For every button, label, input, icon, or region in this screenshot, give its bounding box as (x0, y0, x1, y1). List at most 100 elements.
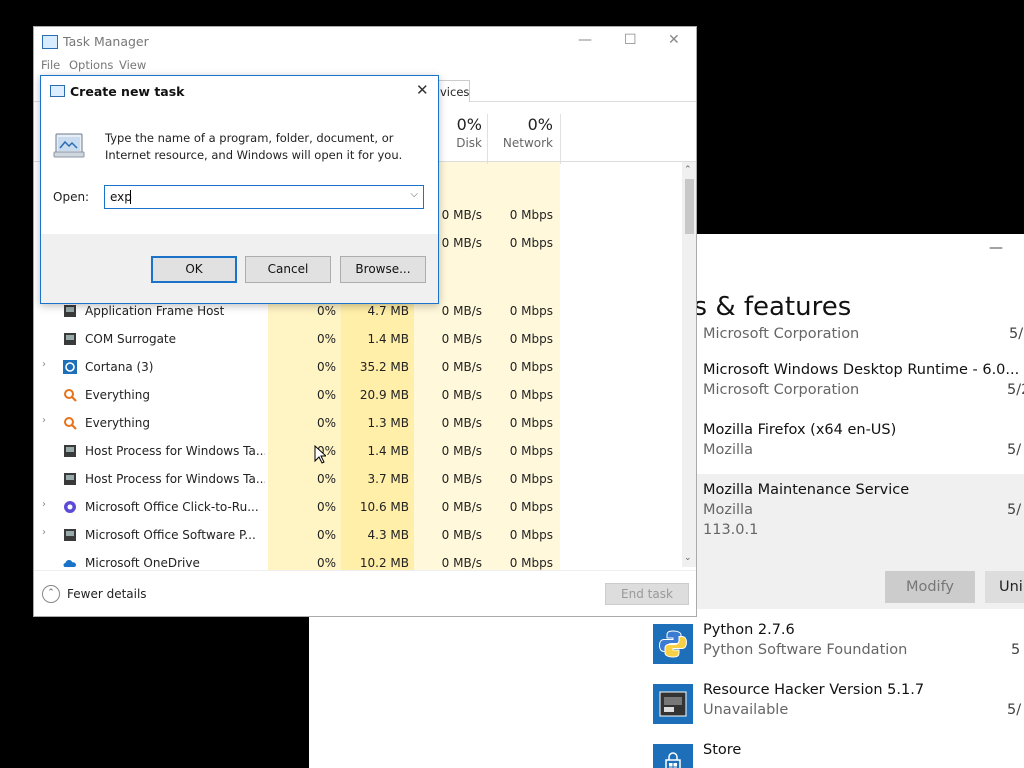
network-cell: 0 Mbps (509, 236, 553, 250)
table-row[interactable]: › Everything 0% 1.3 MB 0 MB/s 0 Mbps (34, 409, 684, 437)
app-publisher: Mozilla (703, 442, 753, 458)
app-list-item[interactable]: Resource Hacker Version 5.1.7 Unavailabl… (639, 678, 1024, 738)
app-publisher: Mozilla (703, 502, 753, 518)
app-publisher: Python Software Foundation (703, 642, 908, 658)
apps-minimize-button[interactable]: — (989, 240, 1003, 256)
expand-chevron-icon[interactable]: › (42, 415, 46, 426)
run-program-icon (53, 133, 85, 158)
fewer-details-link[interactable]: Fewer details (67, 587, 147, 601)
table-row[interactable]: › Cortana (3) 0% 35.2 MB 0 MB/s 0 Mbps (34, 353, 684, 381)
maximize-button[interactable]: ☐ (624, 32, 637, 48)
open-input[interactable]: exp (110, 190, 132, 204)
menu-view[interactable]: View (119, 58, 146, 72)
process-name: Everything (85, 416, 150, 430)
disk-cell: 0 MB/s (441, 388, 482, 402)
cpu-cell: 0% (316, 360, 336, 374)
process-name: Cortana (3) (85, 360, 154, 374)
app-frame-icon (63, 444, 77, 458)
store-icon (653, 744, 693, 768)
memory-cell: 1.3 MB (367, 416, 409, 430)
column-divider (560, 114, 561, 164)
memory-cell: 20.9 MB (359, 388, 409, 402)
open-combobox[interactable]: exp ⌵ (104, 185, 424, 209)
network-cell: 0 Mbps (509, 332, 553, 346)
scroll-down-arrow[interactable]: ⌄ (684, 553, 692, 563)
memory-cell: 35.2 MB (359, 360, 409, 374)
menu-file[interactable]: File (41, 58, 60, 72)
disk-cell: 0 MB/s (441, 500, 482, 514)
scroll-up-arrow[interactable]: ⌃ (684, 165, 692, 175)
disk-cell: 0 MB/s (441, 556, 482, 570)
memory-cell: 3.7 MB (367, 472, 409, 486)
cpu-cell: 0% (316, 556, 336, 570)
network-column-header[interactable]: 0% Network (481, 115, 553, 150)
network-cell: 0 Mbps (509, 388, 553, 402)
process-name: Everything (85, 388, 150, 402)
cortana-icon (63, 360, 77, 374)
table-row[interactable]: Host Process for Windows Ta... 0% 3.7 MB 0 … (34, 465, 684, 493)
app-list-item[interactable]: Store (639, 738, 1024, 768)
app-name: Store (703, 742, 742, 758)
expand-chevron-icon[interactable]: › (42, 499, 46, 510)
table-row[interactable]: › Microsoft Office Software P... 0% 4.3 MB 0… (34, 521, 684, 549)
disk-cell: 0 MB/s (441, 528, 482, 542)
disk-cell: 0 MB/s (441, 416, 482, 430)
cpu-cell: 0% (316, 500, 336, 514)
task-manager-titlebar[interactable]: Task Manager — ☐ ✕ (34, 27, 698, 57)
disk-cell: 0 MB/s (441, 472, 482, 486)
menu-options[interactable]: Options (69, 58, 113, 72)
dialog-title: Create new task (70, 84, 185, 99)
table-row[interactable]: Everything 0% 20.9 MB 0 MB/s 0 Mbps (34, 381, 684, 409)
dialog-button-bar: OK Cancel Browse... (41, 234, 438, 303)
uninstall-button[interactable]: Uni (985, 571, 1024, 603)
app-name: Resource Hacker Version 5.1.7 (703, 682, 925, 698)
process-name: Host Process for Windows Ta... (85, 472, 265, 486)
network-cell: 0 Mbps (509, 556, 553, 570)
app-name: Microsoft Windows Desktop Runtime - 6.0.… (703, 362, 1020, 378)
end-task-button[interactable]: End task (605, 583, 689, 605)
tab-services[interactable]: vices (434, 80, 470, 102)
minimize-button[interactable]: — (578, 32, 592, 48)
cpu-cell: 0% (316, 472, 336, 486)
cpu-cell: 0% (316, 332, 336, 346)
dialog-close-button[interactable]: ✕ (416, 81, 429, 99)
app-date: 5/ (1007, 502, 1022, 518)
app-date: 5/ (1007, 702, 1022, 718)
disk-cell: 0 MB/s (441, 444, 482, 458)
ok-button[interactable]: OK (151, 256, 237, 283)
table-row[interactable]: › Microsoft Office Click-to-Ru... 0% 10.6 M… (34, 493, 684, 521)
chevron-down-icon[interactable]: ⌵ (410, 189, 418, 200)
everything-icon (63, 416, 77, 430)
app-name: Mozilla Maintenance Service (703, 482, 910, 498)
python-icon (653, 624, 693, 664)
mouse-cursor-icon (314, 445, 326, 464)
office-icon (63, 500, 77, 514)
cancel-button[interactable]: Cancel (245, 256, 331, 283)
create-new-task-dialog: Create new task ✕ Type the name of a pro… (40, 75, 439, 304)
process-name: Application Frame Host (85, 304, 225, 318)
scrollbar-thumb[interactable] (685, 179, 694, 234)
table-row[interactable]: Host Process for Windows Ta... 0% 1.4 MB 0 … (34, 437, 684, 465)
app-frame-icon (63, 528, 77, 542)
memory-cell: 4.3 MB (367, 528, 409, 542)
memory-cell: 10.6 MB (359, 500, 409, 514)
expand-chevron-icon[interactable]: › (42, 527, 46, 538)
app-publisher: Microsoft Corporation (703, 326, 860, 342)
open-label: Open: (53, 190, 90, 204)
app-frame-icon (63, 332, 77, 346)
table-row[interactable]: COM Surrogate 0% 1.4 MB 0 MB/s 0 Mbps (34, 325, 684, 353)
memory-cell: 1.4 MB (367, 332, 409, 346)
memory-cell: 1.4 MB (367, 444, 409, 458)
close-button[interactable]: ✕ (668, 32, 680, 48)
app-list-item[interactable]: Python 2.7.6 Python Software Foundation … (639, 618, 1024, 678)
network-cell: 0 Mbps (509, 444, 553, 458)
cpu-cell: 0% (316, 416, 336, 430)
app-frame-icon (63, 304, 77, 318)
browse-button[interactable]: Browse... (340, 256, 426, 283)
expand-chevron-icon[interactable]: › (42, 359, 46, 370)
modify-button[interactable]: Modify (885, 571, 975, 603)
memory-cell: 4.7 MB (367, 304, 409, 318)
network-cell: 0 Mbps (509, 472, 553, 486)
chevron-up-icon[interactable]: ⌃ (42, 585, 60, 603)
network-cell: 0 Mbps (509, 500, 553, 514)
